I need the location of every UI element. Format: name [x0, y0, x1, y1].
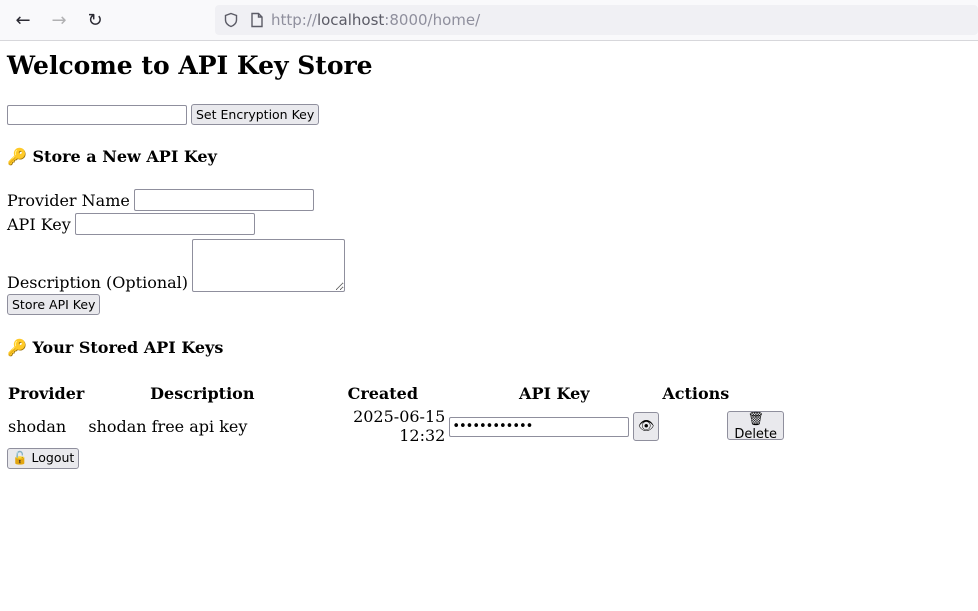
- cell-description: shodan free api key: [88, 416, 248, 436]
- column-header-created: Created: [347, 384, 419, 403]
- api-key-row: API Key: [7, 212, 971, 236]
- back-button[interactable]: ←: [10, 8, 36, 32]
- cell-api-key: [448, 406, 630, 446]
- logout-button[interactable]: 🔓 Logout: [7, 447, 80, 469]
- table-row: shodan shodan free api key 2025-06-15 12…: [7, 406, 785, 446]
- description-row: Description (Optional): [7, 236, 971, 292]
- api-key-label: API Key: [7, 214, 71, 234]
- stored-keys-heading: 🔑 Your Stored API Keys: [7, 338, 224, 357]
- table-header-row: Provider Description Created API Key Act…: [7, 383, 785, 404]
- set-encryption-key-button[interactable]: Set Encryption Key: [191, 104, 320, 125]
- column-header-actions: Actions: [662, 384, 730, 403]
- cell-provider: shodan: [8, 416, 67, 436]
- cell-actions: 🗑 Delete: [662, 406, 785, 446]
- page-icon: [247, 10, 267, 30]
- provider-label: Provider Name: [7, 190, 130, 210]
- description-label: Description (Optional): [7, 273, 189, 292]
- api-key-input[interactable]: [74, 213, 255, 235]
- column-header-description: Description: [150, 384, 255, 403]
- address-bar[interactable]: http://localhost:8000/home/: [215, 5, 978, 35]
- page-title: Welcome to API Key Store: [7, 51, 373, 80]
- cell-toggle: 👁: [632, 406, 660, 446]
- cell-created: 2025-06-15 12:32: [353, 407, 446, 445]
- browser-toolbar: ← → ↻ http://localhost:8000/home/: [0, 0, 978, 41]
- store-key-form: Provider Name API Key Description (Optio…: [7, 188, 971, 315]
- column-header-provider: Provider: [8, 384, 85, 403]
- shield-icon: [221, 10, 241, 30]
- provider-row: Provider Name: [7, 188, 971, 212]
- page-content: Welcome to API Key Store Set Encryption …: [0, 51, 978, 469]
- delete-button[interactable]: 🗑 Delete: [727, 410, 785, 442]
- api-key-masked-field[interactable]: [449, 416, 630, 437]
- show-key-button[interactable]: 👁: [633, 411, 660, 441]
- encryption-key-row: Set Encryption Key: [7, 104, 971, 125]
- store-key-heading: 🔑 Store a New API Key: [7, 147, 217, 166]
- back-arrow-icon: ←: [15, 9, 31, 31]
- stored-keys-table: Provider Description Created API Key Act…: [5, 381, 787, 448]
- forward-arrow-icon: →: [51, 9, 67, 31]
- forward-button[interactable]: →: [46, 8, 72, 32]
- reload-icon: ↻: [87, 9, 103, 31]
- url-text: http://localhost:8000/home/: [271, 11, 481, 29]
- column-header-api-key: API Key: [519, 384, 590, 403]
- reload-button[interactable]: ↻: [82, 8, 108, 32]
- provider-name-input[interactable]: [133, 189, 314, 211]
- description-textarea[interactable]: [192, 239, 346, 292]
- store-api-key-button[interactable]: Store API Key: [7, 294, 101, 315]
- encryption-key-input[interactable]: [7, 104, 187, 125]
